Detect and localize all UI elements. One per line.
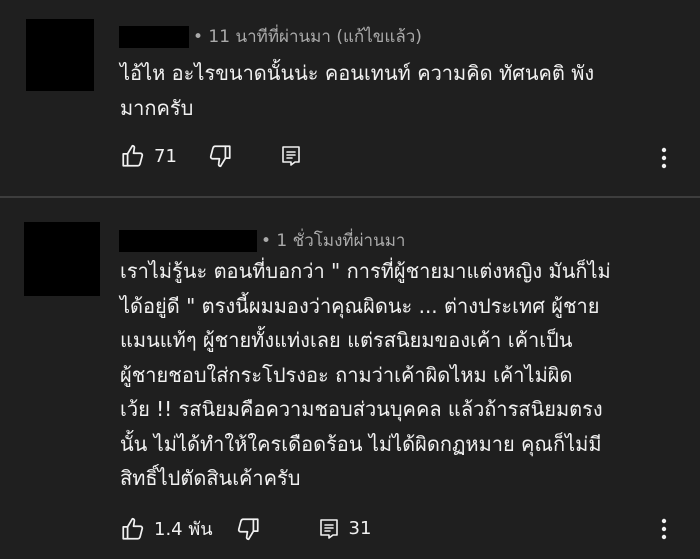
thumbs-up-icon [122, 144, 144, 167]
reply-count: 31 [348, 518, 372, 539]
dislike-button[interactable] [207, 143, 233, 169]
comment-actions: 1.4 พัน 31 [120, 514, 371, 543]
comment-header: • 1 ชั่วโมงที่ผ่านมา [119, 227, 405, 254]
like-button[interactable]: 1.4 พัน [120, 514, 213, 543]
comment-item: • 11 นาทีที่ผ่านมา (แก้ไขแล้ว) ไอ้ไห อะไ… [0, 0, 700, 197]
author-name-redacted[interactable] [119, 25, 189, 48]
like-button[interactable]: 71 [120, 143, 177, 169]
avatar[interactable] [24, 222, 100, 296]
dislike-button[interactable] [235, 516, 261, 542]
thumbs-up-icon [122, 517, 144, 540]
reply-button[interactable]: 31 [317, 517, 372, 541]
like-count: 1.4 พัน [154, 519, 213, 540]
comment-icon [319, 518, 338, 539]
more-vertical-icon [661, 518, 667, 540]
comment-actions: 71 [120, 143, 311, 169]
comment-timestamp[interactable]: • 11 นาทีที่ผ่านมา (แก้ไขแล้ว) [193, 23, 422, 50]
thumbs-down-icon [237, 517, 259, 540]
author-name-redacted[interactable] [119, 229, 257, 252]
like-count: 71 [154, 145, 177, 167]
comment-icon [282, 146, 300, 166]
avatar[interactable] [26, 19, 94, 91]
comment-text: เราไม่รู้นะ ตอนที่บอกว่า " การที่ผู้ชายม… [120, 259, 611, 490]
more-options-button[interactable] [652, 143, 676, 173]
thumbs-down-icon [209, 145, 231, 168]
comment-timestamp[interactable]: • 1 ชั่วโมงที่ผ่านมา [261, 227, 405, 254]
reply-button[interactable] [279, 144, 311, 168]
comment-text: ไอ้ไห อะไรขนาดนั้นน่ะ คอนเทนท์ ความคิด ท… [120, 61, 595, 120]
comment-item: • 1 ชั่วโมงที่ผ่านมา เราไม่รู้นะ ตอนที่บ… [0, 198, 700, 559]
comment-header: • 11 นาทีที่ผ่านมา (แก้ไขแล้ว) [119, 23, 422, 50]
more-options-button[interactable] [652, 514, 676, 544]
more-vertical-icon [661, 147, 667, 169]
